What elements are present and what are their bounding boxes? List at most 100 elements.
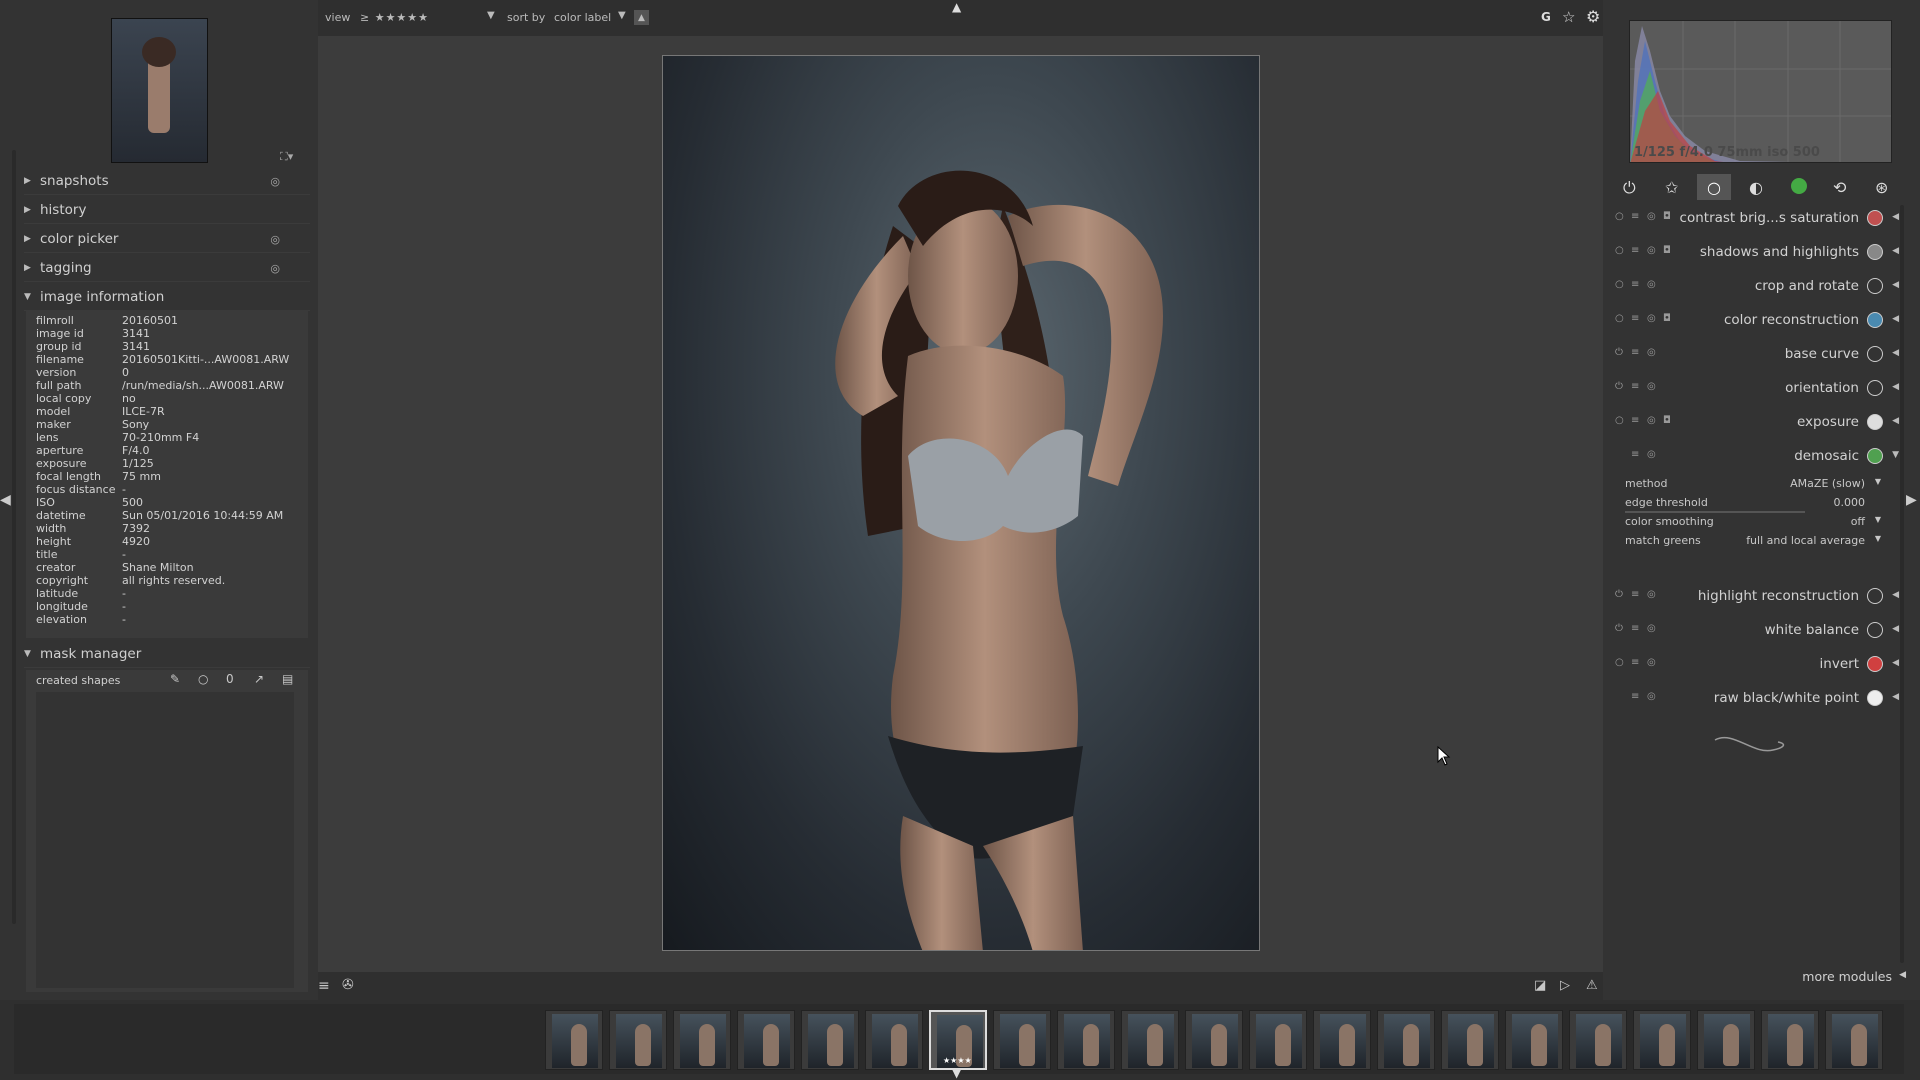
filmstrip-thumbnail[interactable]: [993, 1010, 1051, 1070]
basic-group-icon[interactable]: ○: [1697, 174, 1731, 200]
module-row[interactable]: ≡ ◎ demosaic ▼: [1615, 441, 1901, 471]
section-tagging[interactable]: ▶ tagging ◎: [24, 255, 310, 282]
demosaic-param[interactable]: method AMaZE (slow) ▼: [1625, 477, 1885, 495]
module-power-icon[interactable]: ⏻: [1615, 381, 1623, 392]
sort-order-icon[interactable]: ▲: [634, 10, 649, 25]
filmstrip-thumbnail[interactable]: [1761, 1010, 1819, 1070]
module-presets-icon[interactable]: ≡: [1631, 623, 1639, 634]
module-reset-icon[interactable]: ◎: [1647, 449, 1656, 460]
filmstrip-thumbnail[interactable]: [1377, 1010, 1435, 1070]
module-reset-icon[interactable]: ◎: [1647, 313, 1656, 324]
section-image-information[interactable]: ▼ image information: [24, 284, 310, 311]
module-mask-icon[interactable]: ◘: [1663, 245, 1671, 256]
correction-group-icon[interactable]: ⟲: [1833, 178, 1846, 197]
navigator-thumbnail[interactable]: [111, 18, 208, 163]
histogram[interactable]: 1/125 f/4.0 75mm iso 500: [1629, 20, 1892, 163]
rating-filter[interactable]: ≥ ★★★★★: [360, 11, 429, 24]
filmstrip-thumbnail[interactable]: [1441, 1010, 1499, 1070]
module-reset-icon[interactable]: ◎: [1647, 415, 1656, 426]
gamut-check-icon[interactable]: ⚠: [1586, 978, 1598, 993]
filmstrip-thumbnail[interactable]: [1825, 1010, 1883, 1070]
favorites-icon[interactable]: ✩: [1665, 178, 1678, 197]
module-power-icon[interactable]: ○: [1615, 415, 1624, 426]
ellipse-shape-icon[interactable]: 0: [226, 672, 234, 686]
overexposure-icon[interactable]: ◪: [1534, 978, 1546, 993]
module-expand-arrow-icon[interactable]: ▼: [1892, 450, 1899, 460]
param-dropdown-icon[interactable]: ▼: [1875, 477, 1881, 486]
module-expand-arrow-icon[interactable]: ◀: [1892, 590, 1899, 600]
module-row[interactable]: ⏻ ≡ ◎ base curve ◀: [1615, 339, 1901, 369]
module-presets-icon[interactable]: ≡: [1631, 245, 1639, 256]
more-modules-button[interactable]: more modules: [1802, 969, 1892, 984]
collapse-bottom-panel-arrow-icon[interactable]: ▼: [952, 1066, 961, 1080]
module-reset-icon[interactable]: ◎: [1647, 691, 1656, 702]
filmstrip-thumbnail[interactable]: [1633, 1010, 1691, 1070]
module-mask-icon[interactable]: ◘: [1663, 211, 1671, 222]
module-expand-arrow-icon[interactable]: ◀: [1892, 692, 1899, 702]
param-dropdown-icon[interactable]: ▼: [1875, 534, 1881, 543]
demosaic-param[interactable]: color smoothing off ▼: [1625, 515, 1885, 533]
filmstrip-thumbnail[interactable]: [1313, 1010, 1371, 1070]
preset-circle-icon[interactable]: ◎: [270, 233, 280, 246]
tone-group-icon[interactable]: ◐: [1749, 178, 1763, 197]
thumbnail-rating-stars[interactable]: ★★★★: [943, 1056, 972, 1065]
gradient-shape-icon[interactable]: ▤: [282, 672, 293, 686]
mask-shape-list[interactable]: [36, 692, 294, 988]
module-expand-arrow-icon[interactable]: ◀: [1892, 212, 1899, 222]
module-row[interactable]: ≡ ◎ raw black/white point ◀: [1615, 683, 1901, 713]
module-presets-icon[interactable]: ≡: [1631, 279, 1639, 290]
module-power-icon[interactable]: ⏻: [1615, 623, 1623, 634]
filmstrip-thumbnail[interactable]: [1697, 1010, 1755, 1070]
module-reset-icon[interactable]: ◎: [1647, 589, 1656, 600]
module-row[interactable]: ⏻ ≡ ◎ highlight reconstruction ◀: [1615, 581, 1901, 611]
styles-icon[interactable]: ✇: [342, 977, 354, 993]
module-expand-arrow-icon[interactable]: ◀: [1892, 658, 1899, 668]
module-row[interactable]: ○ ≡ ◎ crop and rotate ◀: [1615, 271, 1901, 301]
module-power-icon[interactable]: ○: [1615, 245, 1624, 256]
module-reset-icon[interactable]: ◎: [1647, 657, 1656, 668]
circle-shape-icon[interactable]: ○: [198, 672, 208, 686]
module-presets-icon[interactable]: ≡: [1631, 211, 1639, 222]
filmstrip-thumbnail[interactable]: [1057, 1010, 1115, 1070]
module-presets-icon[interactable]: ≡: [1631, 347, 1639, 358]
rating-filter-dropdown-icon[interactable]: ▼: [487, 10, 495, 21]
module-row[interactable]: ⏻ ≡ ◎ orientation ◀: [1615, 373, 1901, 403]
module-expand-arrow-icon[interactable]: ◀: [1892, 246, 1899, 256]
softproof-icon[interactable]: ▷: [1560, 978, 1570, 993]
quick-presets-icon[interactable]: ≡: [318, 978, 330, 994]
preset-circle-icon[interactable]: ◎: [270, 175, 280, 188]
module-presets-icon[interactable]: ≡: [1631, 691, 1639, 702]
section-mask-manager[interactable]: ▼ mask manager: [24, 641, 310, 668]
module-expand-arrow-icon[interactable]: ◀: [1892, 280, 1899, 290]
filmstrip-thumbnail[interactable]: [865, 1010, 923, 1070]
demosaic-param[interactable]: edge threshold 0.000: [1625, 496, 1885, 514]
filmstrip-thumbnail[interactable]: [1185, 1010, 1243, 1070]
main-photo[interactable]: [662, 55, 1260, 951]
more-modules-arrow-icon[interactable]: ◀: [1899, 970, 1906, 980]
module-power-icon[interactable]: ○: [1615, 313, 1624, 324]
module-expand-arrow-icon[interactable]: ◀: [1892, 348, 1899, 358]
param-dropdown-icon[interactable]: ▼: [1875, 515, 1881, 524]
filmstrip-thumbnail[interactable]: [1121, 1010, 1179, 1070]
sort-dropdown-icon[interactable]: ▼: [618, 10, 626, 21]
center-view[interactable]: [318, 36, 1603, 972]
module-presets-icon[interactable]: ≡: [1631, 415, 1639, 426]
demosaic-param[interactable]: match greens full and local average ▼: [1625, 534, 1885, 552]
navigator-zoom-icon[interactable]: ⛶▾: [280, 150, 293, 164]
edge-threshold-slider[interactable]: [1625, 511, 1805, 513]
module-reset-icon[interactable]: ◎: [1647, 279, 1656, 290]
filmstrip-thumbnail[interactable]: [737, 1010, 795, 1070]
preset-circle-icon[interactable]: ◎: [270, 262, 280, 275]
module-row[interactable]: ○ ≡ ◎ ◘ contrast brig...s saturation ◀: [1615, 203, 1901, 233]
module-row[interactable]: ○ ≡ ◎ ◘ exposure ◀: [1615, 407, 1901, 437]
collapse-top-panel-arrow-icon[interactable]: ▲: [952, 0, 961, 14]
section-snapshots[interactable]: ▶ snapshots ◎: [24, 168, 310, 195]
module-power-icon[interactable]: ○: [1615, 211, 1624, 222]
filmstrip-thumbnail[interactable]: [1569, 1010, 1627, 1070]
module-reset-icon[interactable]: ◎: [1647, 347, 1656, 358]
section-color-picker[interactable]: ▶ color picker ◎: [24, 226, 310, 253]
module-expand-arrow-icon[interactable]: ◀: [1892, 624, 1899, 634]
left-scrollbar[interactable]: [12, 150, 16, 924]
module-reset-icon[interactable]: ◎: [1647, 623, 1656, 634]
module-power-icon[interactable]: ○: [1615, 657, 1624, 668]
